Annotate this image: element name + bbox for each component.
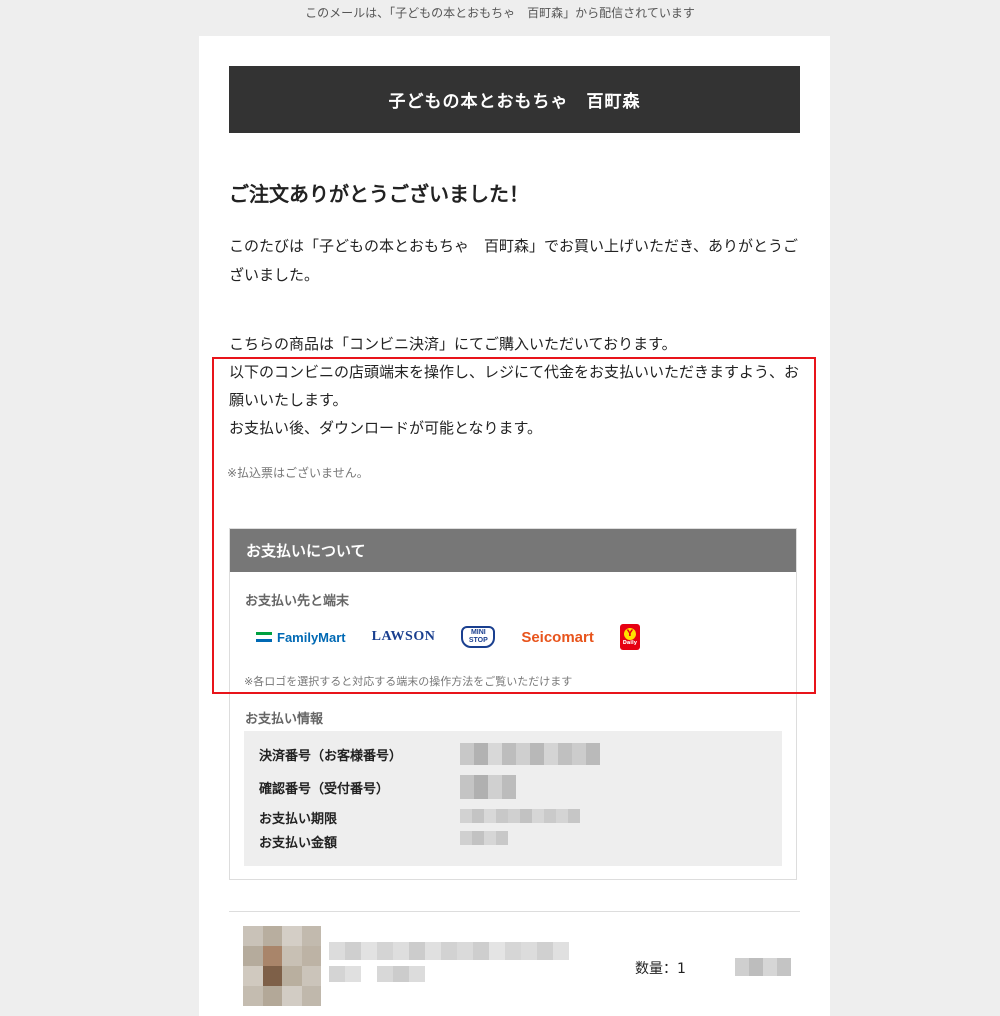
info-label-confirmation-number: 確認番号（受付番号）: [259, 782, 390, 797]
intro-text: このたびは「子どもの本とおもちゃ 百町森」でお買い上げいただき、ありがとうござい…: [229, 237, 798, 284]
redacted-due-date: [460, 809, 580, 823]
redacted-confirmation-number: [460, 775, 516, 799]
item-divider: [229, 911, 800, 912]
shop-name-banner: 子どもの本とおもちゃ 百町森: [229, 66, 800, 133]
highlight-frame: [212, 357, 816, 694]
thanks-title: ご注文ありがとうございました！: [229, 182, 529, 206]
redacted-amount: [460, 831, 508, 845]
payment-info-label: お支払い情報: [245, 712, 324, 727]
redacted-payment-number: [460, 743, 600, 765]
redacted-item-price: [735, 958, 791, 976]
redacted-item-thumbnail: [243, 926, 321, 1006]
info-label-payment-number: 決済番号（お客様番号）: [259, 749, 403, 764]
info-label-due-date: お支払い期限: [259, 812, 338, 827]
email-preheader: このメールは、「子どもの本とおもちゃ 百町森」から配信されています: [305, 6, 695, 20]
redacted-item-subtitle: [329, 966, 425, 982]
redacted-item-title: [329, 942, 569, 960]
payment-info-table: 決済番号（お客様番号） 確認番号（受付番号） お支払い期限 お支払い金額: [244, 731, 782, 866]
info-label-amount: お支払い金額: [259, 836, 338, 851]
method-line: こちらの商品は「コンビニ決済」にてご購入いただいております。: [229, 335, 677, 353]
item-quantity: 数量：1: [635, 961, 686, 977]
